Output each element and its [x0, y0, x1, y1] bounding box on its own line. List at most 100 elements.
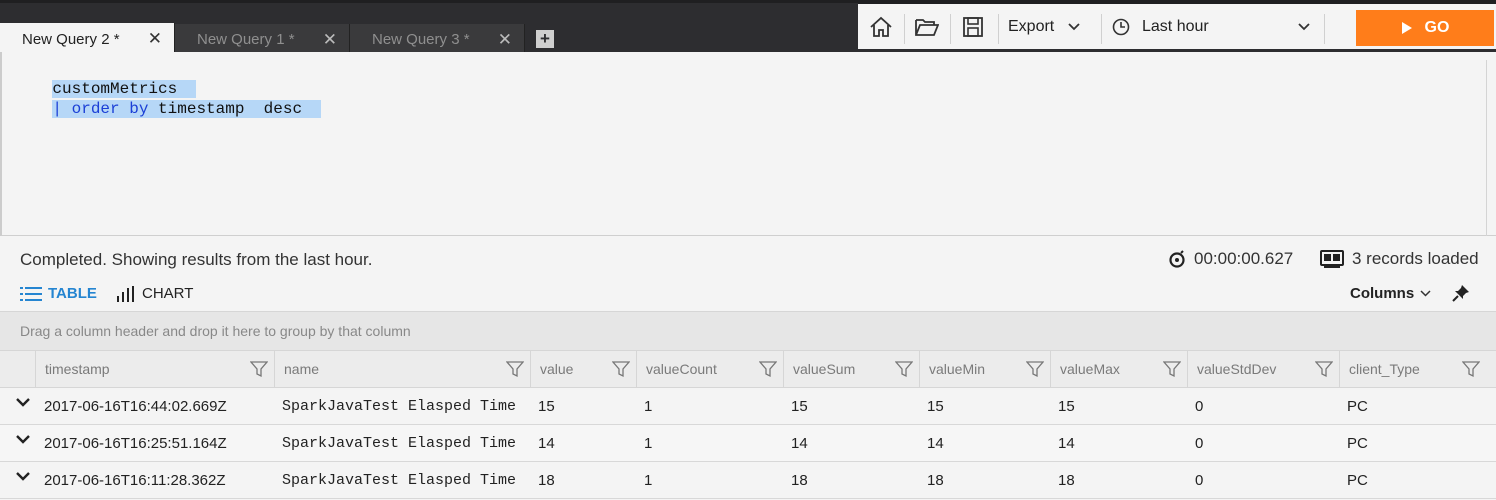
- play-icon: [1401, 22, 1412, 34]
- filter-icon[interactable]: [250, 360, 268, 378]
- cell-valuemin: 14: [927, 435, 944, 452]
- column-header-client-type[interactable]: client_Type: [1339, 351, 1486, 388]
- export-label: Export: [1008, 18, 1055, 35]
- table-view-label: TABLE: [48, 285, 97, 302]
- records-loaded: 3 records loaded: [1320, 249, 1479, 269]
- filter-icon[interactable]: [1462, 360, 1480, 378]
- time-range-label: Last hour: [1142, 18, 1209, 35]
- cell-valuemax: 15: [1058, 398, 1075, 415]
- records-icon: [1320, 250, 1344, 268]
- cell-valuecount: 1: [644, 435, 653, 452]
- filter-icon[interactable]: [1026, 360, 1044, 378]
- column-header-valuemin[interactable]: valueMin: [919, 351, 1050, 388]
- filter-icon[interactable]: [506, 360, 524, 378]
- chevron-down-icon: [1068, 23, 1080, 31]
- records-value: 3 records loaded: [1352, 249, 1479, 268]
- status-message: Completed. Showing results from the last…: [20, 250, 373, 269]
- go-button[interactable]: GO: [1356, 10, 1494, 46]
- cell-timestamp: 2017-06-16T16:11:28.362Z: [44, 472, 226, 489]
- column-header-valuemax[interactable]: valueMax: [1050, 351, 1187, 388]
- chart-view-button[interactable]: CHART: [116, 285, 193, 302]
- pin-button[interactable]: [1452, 284, 1470, 307]
- open-button[interactable]: [912, 4, 942, 50]
- close-icon[interactable]: ✕: [323, 31, 337, 48]
- code-text: timestamp desc: [158, 100, 303, 118]
- table-view-button[interactable]: TABLE: [20, 285, 97, 302]
- column-header-timestamp[interactable]: timestamp: [35, 351, 274, 388]
- tab-label: New Query 1 *: [197, 31, 295, 48]
- keyword: order by: [71, 100, 149, 118]
- cell-valuemin: 15: [927, 398, 944, 415]
- cell-valuemin: 18: [927, 472, 944, 489]
- column-header-name[interactable]: name: [274, 351, 530, 388]
- column-header-label: valueStdDev: [1197, 361, 1277, 377]
- tab-new-query-1[interactable]: New Query 1 * ✕: [175, 24, 350, 55]
- filter-icon[interactable]: [612, 360, 630, 378]
- column-header-label: timestamp: [45, 361, 110, 377]
- close-icon[interactable]: ✕: [498, 31, 512, 48]
- column-header-valuecount[interactable]: valueCount: [636, 351, 783, 388]
- columns-label: Columns: [1350, 285, 1415, 302]
- column-header-label: valueMax: [1060, 361, 1120, 377]
- bar-chart-icon: [117, 285, 134, 302]
- query-editor[interactable]: customMetrics | order by timestamp desc: [0, 52, 1496, 236]
- cell-valuecount: 1: [644, 472, 653, 489]
- cell-valuecount: 1: [644, 398, 653, 415]
- chevron-down-icon[interactable]: [16, 435, 30, 445]
- tab-new-query-2[interactable]: New Query 2 * ✕: [0, 23, 175, 55]
- column-header-value[interactable]: value: [530, 351, 636, 388]
- elapsed-time: 00:00:00.627: [1168, 249, 1293, 269]
- chevron-down-icon: [1420, 290, 1431, 297]
- elapsed-value: 00:00:00.627: [1194, 249, 1294, 268]
- pipe-operator: |: [52, 100, 63, 118]
- tab-new-query-3[interactable]: New Query 3 * ✕: [350, 24, 525, 55]
- table-row[interactable]: 2017-06-16T16:11:28.362Z SparkJavaTest E…: [0, 462, 1496, 499]
- column-header-label: value: [540, 361, 574, 377]
- table-row[interactable]: 2017-06-16T16:25:51.164Z SparkJavaTest E…: [0, 425, 1496, 462]
- header-row: timestamp name value valueCount valueSum…: [0, 351, 1496, 388]
- stopwatch-icon: [1169, 250, 1185, 268]
- group-by-panel[interactable]: Drag a column header and drop it here to…: [0, 311, 1496, 351]
- column-header-label: valueCount: [646, 361, 717, 377]
- chevron-down-icon: [1298, 23, 1310, 31]
- column-header-label: valueMin: [929, 361, 986, 377]
- cell-name: SparkJavaTest Elasped Time: [282, 472, 517, 489]
- column-header-label: valueSum: [793, 361, 856, 377]
- toolbar: Export Last hour GO: [858, 3, 1496, 49]
- pin-icon: [1452, 285, 1469, 302]
- chevron-down-icon[interactable]: [16, 472, 30, 482]
- filter-icon[interactable]: [1163, 360, 1181, 378]
- cell-client-type: PC: [1347, 398, 1368, 415]
- columns-dropdown[interactable]: Columns: [1350, 285, 1431, 302]
- filter-icon[interactable]: [1315, 360, 1333, 378]
- time-range-dropdown[interactable]: Last hour: [1112, 4, 1312, 50]
- cell-timestamp: 2017-06-16T16:25:51.164Z: [44, 435, 227, 452]
- editor-scrollbar[interactable]: [1486, 60, 1496, 236]
- chevron-down-icon[interactable]: [16, 398, 30, 408]
- cell-valuestddev: 0: [1195, 398, 1204, 415]
- cell-client-type: PC: [1347, 435, 1368, 452]
- column-header-valuesum[interactable]: valueSum: [783, 351, 919, 388]
- folder-open-icon: [915, 19, 939, 36]
- cell-valuesum: 14: [791, 435, 808, 452]
- go-label: GO: [1424, 19, 1450, 36]
- cell-value: 18: [538, 472, 555, 489]
- column-header-label: client_Type: [1349, 361, 1420, 377]
- save-button[interactable]: [958, 4, 988, 50]
- cell-name: SparkJavaTest Elasped Time: [282, 398, 517, 415]
- export-dropdown[interactable]: Export: [1008, 4, 1098, 50]
- list-icon: [20, 286, 42, 301]
- column-header-label: name: [284, 361, 320, 377]
- close-icon[interactable]: ✕: [148, 30, 162, 47]
- table-row[interactable]: 2017-06-16T16:44:02.669Z SparkJavaTest E…: [0, 388, 1496, 425]
- tab-label: New Query 2 *: [22, 30, 120, 48]
- filter-icon[interactable]: [895, 360, 913, 378]
- home-icon: [870, 16, 892, 37]
- chart-view-label: CHART: [142, 285, 194, 302]
- grid-body: 2017-06-16T16:44:02.669Z SparkJavaTest E…: [0, 388, 1496, 500]
- cell-timestamp: 2017-06-16T16:44:02.669Z: [44, 398, 227, 415]
- column-header-valuestddev[interactable]: valueStdDev: [1187, 351, 1339, 388]
- filter-icon[interactable]: [759, 360, 777, 378]
- home-button[interactable]: [866, 4, 896, 50]
- add-tab-button[interactable]: +: [536, 30, 554, 48]
